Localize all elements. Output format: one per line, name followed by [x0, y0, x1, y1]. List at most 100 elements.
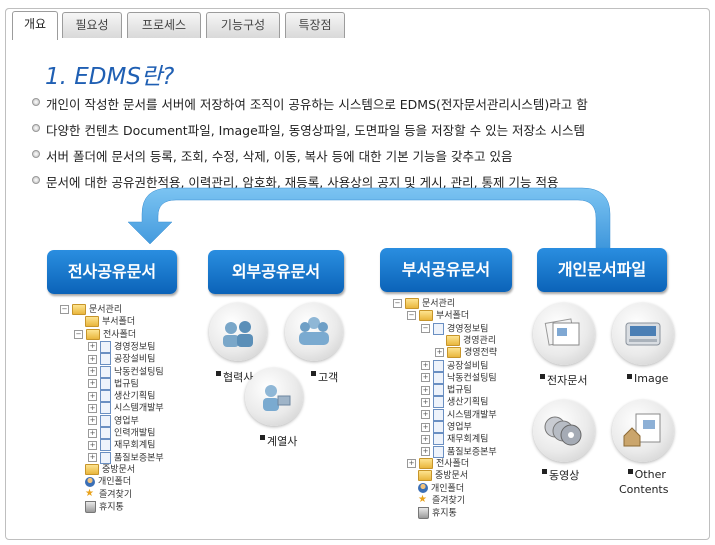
- expand-icon[interactable]: +: [88, 416, 97, 426]
- tree-node[interactable]: 부서폴더: [74, 316, 135, 328]
- tree-node-label: 시스템개발부: [447, 410, 497, 421]
- tree-node[interactable]: − 전사폴더: [74, 328, 137, 341]
- expand-icon[interactable]: +: [88, 453, 97, 463]
- document-icon: [433, 359, 444, 372]
- affiliate-label: 계열사: [260, 433, 297, 449]
- document-icon: [100, 427, 111, 439]
- tree-node[interactable]: + 공장설비팀: [88, 353, 155, 366]
- folder-icon: [418, 470, 432, 482]
- document-icon: [100, 340, 111, 353]
- tree-node[interactable]: + 시스템개발부: [421, 408, 497, 421]
- tree-node-label: 즐겨찾기: [99, 489, 133, 500]
- document-icon: [100, 439, 111, 452]
- tree-node[interactable]: + 낙동컨설팅팀: [88, 365, 164, 378]
- tree-node-label: 법규팀: [447, 385, 472, 396]
- expand-icon[interactable]: +: [88, 428, 97, 438]
- folder-icon: [447, 347, 461, 359]
- tree-node[interactable]: − 문서관리: [393, 298, 455, 310]
- video-disc-icon: [533, 400, 595, 462]
- folder-icon: [86, 328, 100, 340]
- document-icon: [433, 421, 444, 433]
- tree-node-label: 생산기획팀: [114, 391, 156, 402]
- expand-icon[interactable]: +: [88, 391, 97, 401]
- favorites-icon: ★: [85, 488, 94, 499]
- tree-node[interactable]: − 경영정보팀: [421, 322, 489, 335]
- tree-node[interactable]: 개인폴더: [74, 476, 131, 488]
- expand-icon[interactable]: +: [421, 361, 430, 370]
- other-contents-icon: [612, 400, 674, 462]
- document-stack-icon: [533, 303, 595, 365]
- tree-node[interactable]: + 재무회계팀: [421, 433, 488, 446]
- tree-node-label: 중방문서: [102, 464, 136, 475]
- tree-node[interactable]: + 영업부: [421, 421, 472, 433]
- tree-node[interactable]: + 전사폴더: [407, 457, 469, 470]
- tree-node[interactable]: 중방문서: [74, 463, 136, 476]
- expand-icon[interactable]: +: [421, 422, 430, 432]
- tree-node-label: 품질보증본부: [447, 447, 497, 458]
- expand-icon[interactable]: +: [88, 367, 97, 376]
- expand-icon[interactable]: +: [88, 342, 97, 352]
- collapse-icon[interactable]: −: [407, 311, 416, 321]
- collapse-icon[interactable]: −: [74, 329, 83, 339]
- tree-node[interactable]: + 생산기획팀: [88, 390, 156, 403]
- tree-node-label: 생산기획팀: [447, 397, 489, 408]
- expand-icon[interactable]: +: [88, 403, 97, 413]
- expand-icon[interactable]: +: [435, 348, 444, 358]
- tree-node[interactable]: + 경영정보팀: [88, 340, 155, 353]
- expand-icon[interactable]: +: [88, 354, 97, 364]
- expand-icon[interactable]: +: [421, 434, 430, 444]
- tree-node-label: 인력개발팀: [114, 428, 156, 439]
- tree-node[interactable]: ★ 즐겨찾기: [407, 495, 465, 507]
- tree-node[interactable]: + 법규팀: [421, 384, 472, 397]
- expand-icon[interactable]: +: [88, 379, 97, 389]
- document-icon: [433, 445, 444, 458]
- tree-node-label: 경영관리: [463, 335, 497, 346]
- tree-node[interactable]: 개인폴더: [407, 483, 464, 495]
- tree-node-label: 휴지통: [432, 508, 457, 519]
- tree-node-label: 전사폴더: [103, 329, 137, 340]
- tree-node[interactable]: + 경영전략: [435, 347, 497, 359]
- expand-icon[interactable]: +: [421, 385, 430, 395]
- tree-node[interactable]: 경영관리: [435, 334, 497, 347]
- expand-icon[interactable]: +: [421, 447, 430, 457]
- expand-icon[interactable]: +: [421, 410, 430, 420]
- tree-node[interactable]: + 시스템개발부: [88, 402, 164, 415]
- tree-node[interactable]: + 공장설비팀: [421, 359, 488, 372]
- collapse-icon[interactable]: −: [421, 324, 430, 334]
- affiliate-icon: [245, 368, 303, 426]
- expand-icon[interactable]: +: [88, 440, 97, 450]
- tree-node-label: 즐겨찾기: [432, 495, 466, 506]
- tree-node[interactable]: − 부서폴더: [407, 310, 469, 322]
- tree-node-label: 시스템개발부: [114, 403, 164, 414]
- tree-node[interactable]: 휴지통: [407, 507, 457, 520]
- tree-node[interactable]: ★ 즐겨찾기: [74, 489, 132, 501]
- tree-node[interactable]: + 법규팀: [88, 377, 139, 390]
- expand-icon[interactable]: +: [407, 458, 416, 468]
- expand-icon[interactable]: +: [421, 373, 430, 383]
- expand-icon[interactable]: +: [421, 397, 430, 407]
- tree-node-label: 품질보증본부: [114, 453, 164, 464]
- tree-node-label: 부서폴더: [436, 311, 470, 322]
- collapse-icon[interactable]: −: [393, 299, 402, 308]
- collapse-icon[interactable]: −: [60, 305, 69, 314]
- tree-node[interactable]: + 낙동컨설팅팀: [421, 371, 497, 384]
- tree-node[interactable]: + 재무회계팀: [88, 439, 155, 452]
- tree-node[interactable]: + 품질보증본부: [421, 445, 497, 458]
- scanner-icon: [612, 303, 674, 365]
- tree-node[interactable]: + 인력개발팀: [88, 427, 155, 439]
- tree-node[interactable]: 휴지통: [74, 500, 124, 513]
- tree-node-label: 경영정보팀: [447, 324, 489, 335]
- tree-node[interactable]: − 문서관리: [60, 304, 122, 316]
- tree-node[interactable]: 중방문서: [407, 470, 468, 482]
- personal-files-box: 개인문서파일: [537, 248, 667, 292]
- tree-node-label: 부서폴더: [102, 317, 136, 328]
- document-icon: [100, 402, 111, 415]
- trash-icon: [418, 507, 429, 520]
- document-icon: [433, 433, 444, 446]
- folder-icon: [85, 463, 99, 475]
- tree-node-label: 중방문서: [435, 471, 469, 482]
- tree-node[interactable]: + 생산기획팀: [421, 396, 489, 409]
- tree-node[interactable]: + 영업부: [88, 414, 139, 427]
- tree-node-label: 낙동컨설팅팀: [447, 373, 497, 384]
- tree-node[interactable]: + 품질보증본부: [88, 451, 164, 464]
